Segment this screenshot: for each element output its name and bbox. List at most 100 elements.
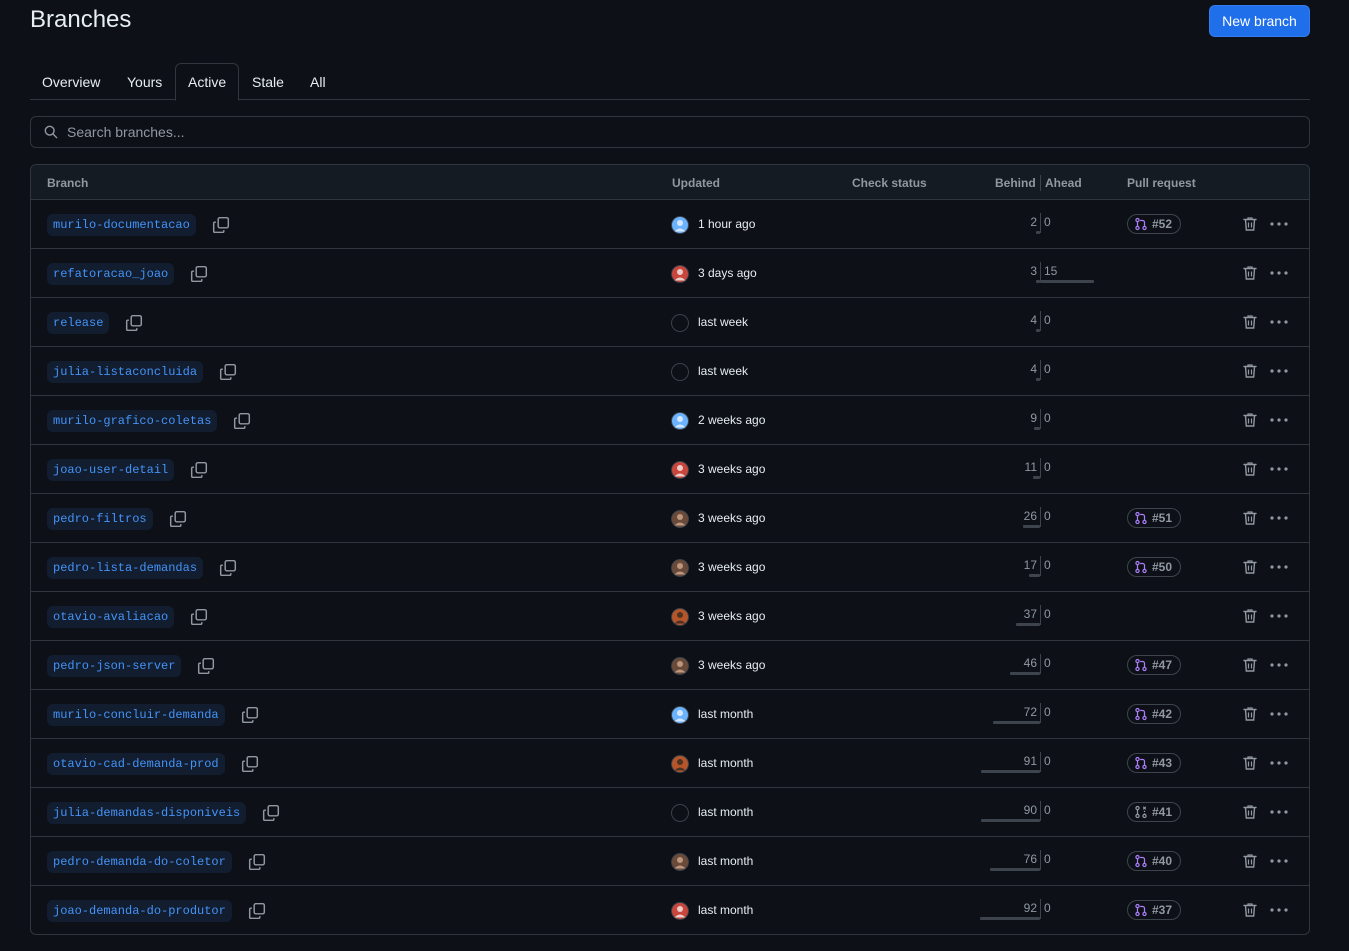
behind-count: 3 [1030,264,1037,278]
branch-name-link[interactable]: julia-listaconcluida [47,361,204,383]
trash-icon[interactable] [1242,608,1258,624]
kebab-horizontal-icon[interactable] [1269,608,1289,624]
avatar[interactable] [671,804,689,822]
tab-stale[interactable]: Stale [240,63,296,100]
kebab-horizontal-icon[interactable] [1269,412,1289,428]
copy-icon[interactable] [190,265,208,283]
trash-icon[interactable] [1242,804,1258,820]
new-branch-button[interactable]: New branch [1209,5,1310,37]
trash-icon[interactable] [1242,559,1258,575]
avatar[interactable] [671,314,689,332]
kebab-horizontal-icon[interactable] [1269,216,1289,232]
avatar[interactable] [671,706,689,724]
kebab-horizontal-icon[interactable] [1269,755,1289,771]
copy-icon[interactable] [169,510,187,528]
avatar[interactable] [671,902,689,920]
avatar[interactable] [671,755,689,773]
pull-request-link[interactable]: #51 [1127,508,1181,528]
kebab-horizontal-icon[interactable] [1269,657,1289,673]
branch-name-link[interactable]: pedro-lista-demandas [47,557,204,579]
branch-name-link[interactable]: joao-user-detail [47,459,175,481]
copy-icon[interactable] [241,706,259,724]
copy-icon[interactable] [248,853,266,871]
tab-all[interactable]: All [298,63,338,100]
tab-overview[interactable]: Overview [30,63,112,100]
kebab-horizontal-icon[interactable] [1269,265,1289,281]
avatar[interactable] [671,608,689,626]
trash-icon[interactable] [1242,461,1258,477]
avatar[interactable] [671,510,689,528]
kebab-horizontal-icon[interactable] [1269,314,1289,330]
table-row: julia-listaconcluida last week 4 0 [31,347,1309,396]
tab-yours[interactable]: Yours [115,63,174,100]
avatar[interactable] [671,461,689,479]
avatar[interactable] [671,853,689,871]
trash-icon[interactable] [1242,706,1258,722]
search-input[interactable] [67,117,1297,147]
trash-icon[interactable] [1242,412,1258,428]
pull-request-link[interactable]: #40 [1127,851,1181,871]
copy-icon[interactable] [197,657,215,675]
branch-name-link[interactable]: refatoracao_joao [47,263,175,285]
kebab-horizontal-icon[interactable] [1269,510,1289,526]
copy-icon[interactable] [262,804,280,822]
kebab-horizontal-icon[interactable] [1269,461,1289,477]
avatar[interactable] [671,559,689,577]
avatar[interactable] [671,216,689,234]
trash-icon[interactable] [1242,657,1258,673]
pull-request-link[interactable]: #50 [1127,557,1181,577]
copy-icon[interactable] [212,216,230,234]
column-ahead: Ahead [1045,176,1082,190]
kebab-horizontal-icon[interactable] [1269,902,1289,918]
pull-request-link[interactable]: #47 [1127,655,1181,675]
behind-count: 9 [1030,411,1037,425]
avatar[interactable] [671,363,689,381]
trash-icon[interactable] [1242,902,1258,918]
behind-ahead-divider [1040,507,1041,527]
pull-request-link[interactable]: #37 [1127,900,1181,920]
trash-icon[interactable] [1242,755,1258,771]
trash-icon[interactable] [1242,363,1258,379]
branch-name-link[interactable]: julia-demandas-disponiveis [47,802,247,824]
copy-icon[interactable] [125,314,143,332]
trash-icon[interactable] [1242,510,1258,526]
copy-icon[interactable] [248,902,266,920]
copy-icon[interactable] [219,363,237,381]
copy-icon[interactable] [190,608,208,626]
trash-icon[interactable] [1242,216,1258,232]
kebab-horizontal-icon[interactable] [1269,853,1289,869]
branch-name-link[interactable]: murilo-grafico-coletas [47,410,218,432]
tab-active[interactable]: Active [175,63,240,101]
kebab-horizontal-icon[interactable] [1269,363,1289,379]
copy-icon[interactable] [190,461,208,479]
behind-count: 17 [1023,558,1037,572]
copy-icon[interactable] [241,755,259,773]
branch-name-link[interactable]: murilo-concluir-demanda [47,704,225,726]
trash-icon[interactable] [1242,853,1258,869]
copy-icon[interactable] [233,412,251,430]
kebab-horizontal-icon[interactable] [1269,559,1289,575]
table-row: pedro-json-server 3 weeks ago 46 0 #47 [31,641,1309,690]
trash-icon[interactable] [1242,314,1258,330]
branch-name-link[interactable]: murilo-documentacao [47,214,196,236]
avatar[interactable] [671,265,689,283]
pull-request-link[interactable]: #52 [1127,214,1181,234]
branch-name-link[interactable]: otavio-cad-demanda-prod [47,753,225,775]
branch-name-link[interactable]: otavio-avaliacao [47,606,175,628]
branch-name-link[interactable]: pedro-demanda-do-coletor [47,851,232,873]
pull-request-link[interactable]: #43 [1127,753,1181,773]
pull-request-link[interactable]: #41 [1127,802,1181,822]
behind-ahead-divider [1040,654,1041,674]
trash-icon[interactable] [1242,265,1258,281]
copy-icon[interactable] [219,559,237,577]
kebab-horizontal-icon[interactable] [1269,706,1289,722]
table-header: Branch Updated Check status Behind Ahead… [31,165,1309,200]
avatar[interactable] [671,412,689,430]
kebab-horizontal-icon[interactable] [1269,804,1289,820]
avatar[interactable] [671,657,689,675]
pull-request-link[interactable]: #42 [1127,704,1181,724]
branch-name-link[interactable]: pedro-json-server [47,655,182,677]
branch-name-link[interactable]: pedro-filtros [47,508,153,530]
branch-name-link[interactable]: release [47,312,110,334]
branch-name-link[interactable]: joao-demanda-do-produtor [47,900,232,922]
